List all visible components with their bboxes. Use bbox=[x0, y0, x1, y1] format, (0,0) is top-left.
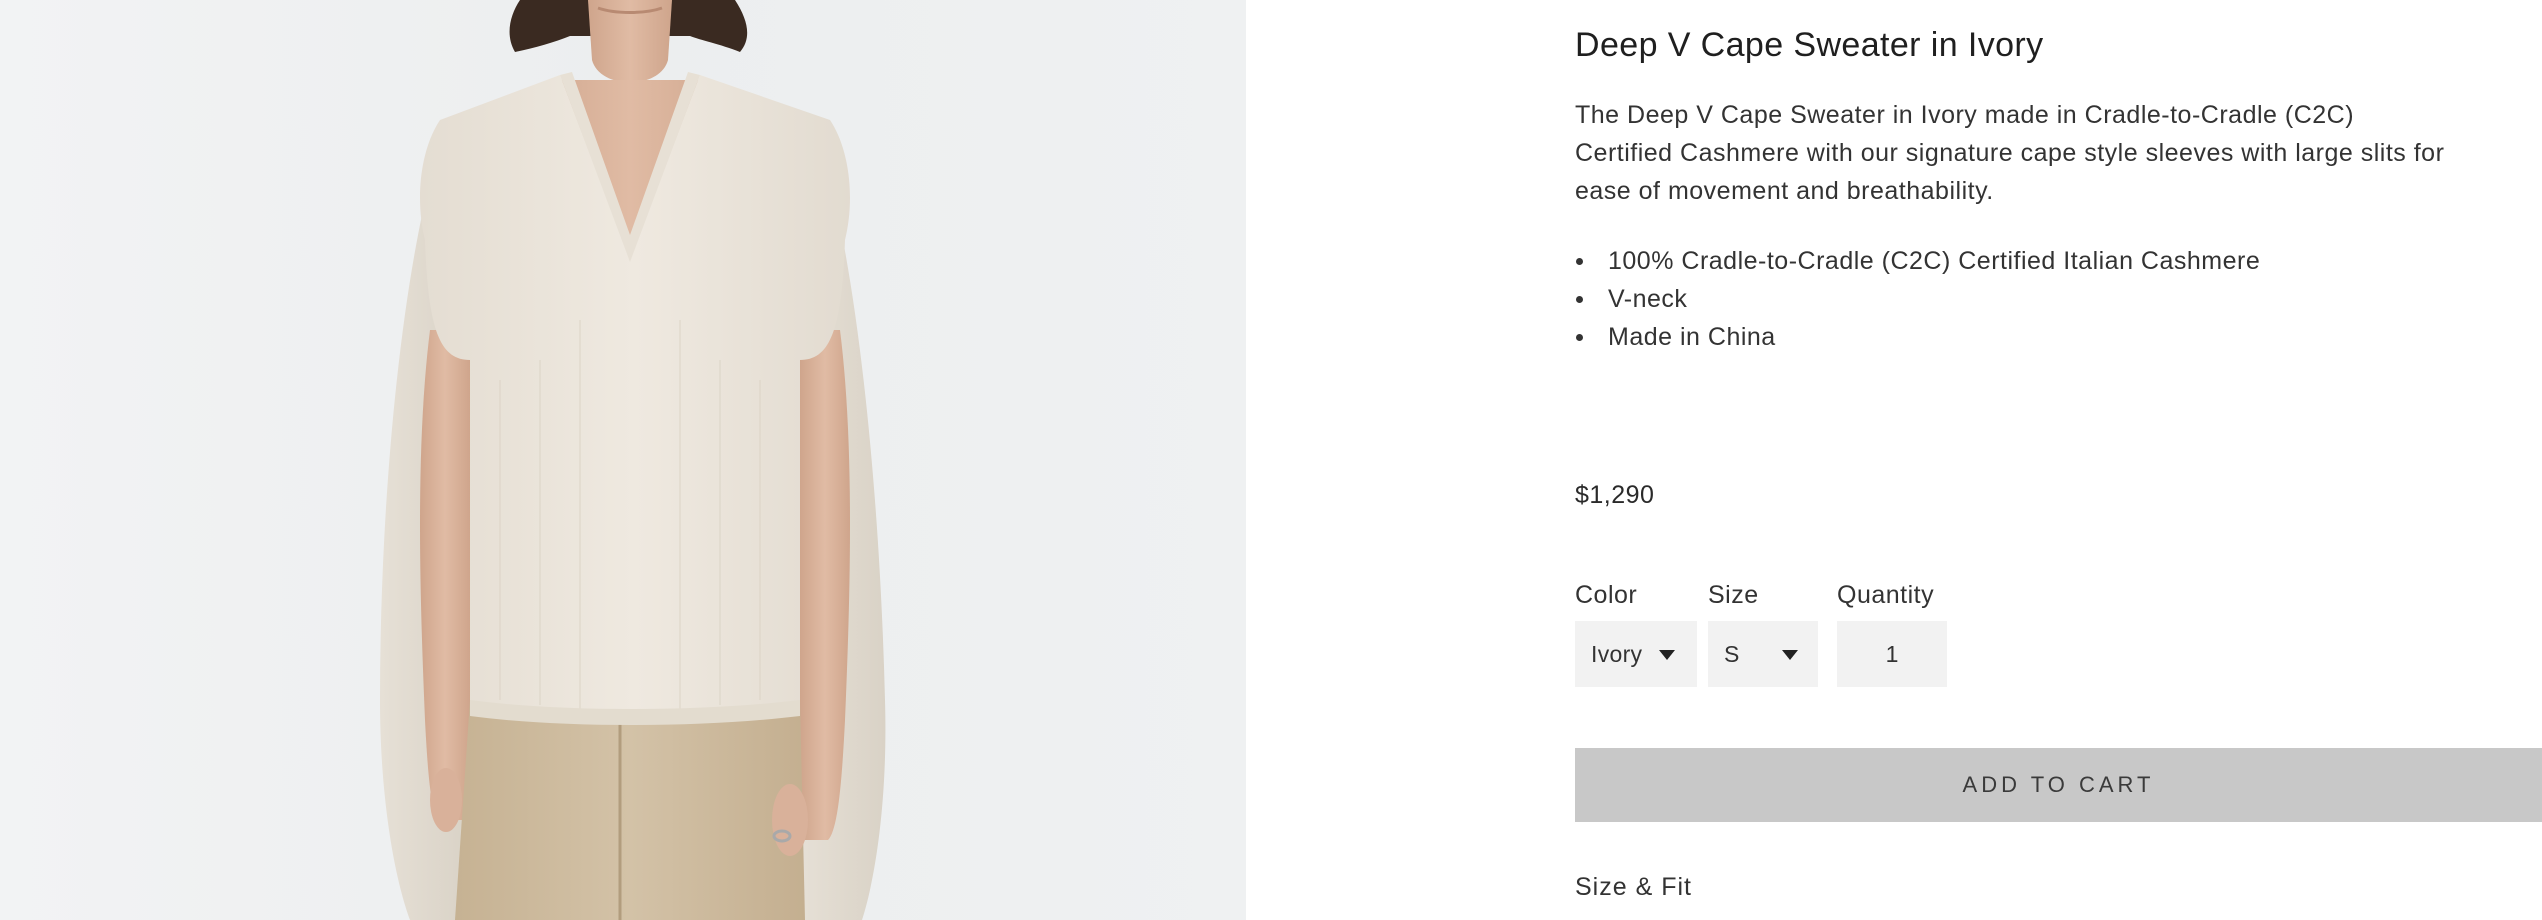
product-title: Deep V Cape Sweater in Ivory bbox=[1575, 26, 2044, 64]
feature-item: 100% Cradle-to-Cradle (C2C) Certified It… bbox=[1575, 242, 2260, 280]
quantity-input[interactable]: 1 bbox=[1837, 621, 1947, 687]
quantity-label: Quantity bbox=[1837, 581, 1935, 609]
add-to-cart-label: ADD TO CART bbox=[1962, 772, 2155, 797]
product-price: $1,290 bbox=[1575, 481, 1655, 509]
feature-text: 100% Cradle-to-Cradle (C2C) Certified It… bbox=[1608, 247, 2261, 275]
feature-item: V-neck bbox=[1575, 280, 2260, 318]
caret-down-icon bbox=[1782, 650, 1798, 660]
bullet-icon bbox=[1576, 296, 1583, 303]
bullet-icon bbox=[1576, 334, 1583, 341]
feature-item: Made in China bbox=[1575, 318, 2260, 356]
product-details: Deep V Cape Sweater in Ivory The Deep V … bbox=[1575, 0, 2542, 920]
color-select[interactable]: Ivory bbox=[1575, 621, 1697, 687]
arm-left bbox=[420, 330, 470, 820]
quantity-value: 1 bbox=[1885, 641, 1899, 667]
feature-list: 100% Cradle-to-Cradle (C2C) Certified It… bbox=[1575, 242, 2260, 356]
feature-text: Made in China bbox=[1608, 323, 1776, 351]
color-label: Color bbox=[1575, 581, 1638, 609]
bullet-icon bbox=[1576, 258, 1583, 265]
size-select-value: S bbox=[1724, 641, 1740, 667]
trousers bbox=[455, 700, 805, 920]
hand-left bbox=[430, 768, 462, 832]
add-to-cart-button[interactable]: ADD TO CART bbox=[1575, 748, 2542, 822]
product-page: Deep V Cape Sweater in Ivory The Deep V … bbox=[0, 0, 2542, 920]
color-select-value: Ivory bbox=[1591, 641, 1643, 667]
hand-right bbox=[772, 784, 808, 856]
size-select[interactable]: S bbox=[1708, 621, 1818, 687]
product-image bbox=[0, 0, 1246, 920]
caret-down-icon bbox=[1659, 650, 1675, 660]
product-description: The Deep V Cape Sweater in Ivory made in… bbox=[1575, 101, 2445, 205]
size-label: Size bbox=[1708, 581, 1759, 609]
feature-text: V-neck bbox=[1608, 285, 1688, 313]
size-fit-toggle[interactable]: Size & Fit bbox=[1575, 873, 1692, 902]
